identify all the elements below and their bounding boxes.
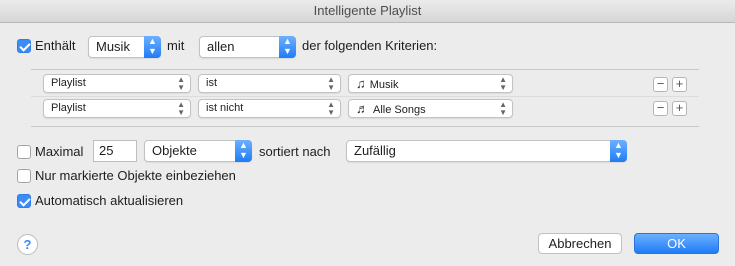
rule-operator-popup[interactable]: ist ▲ ▼ bbox=[198, 74, 341, 93]
help-button[interactable]: ? bbox=[17, 234, 38, 255]
sort-order-popup[interactable]: Zufällig ▲ ▼ bbox=[346, 140, 627, 162]
chevron-updown-icon: ▲ ▼ bbox=[499, 75, 507, 92]
live-update-label: Automatisch aktualisieren bbox=[35, 193, 184, 208]
media-kind-popup[interactable]: Musik ▲ ▼ bbox=[88, 36, 161, 58]
rule-value-popup[interactable]: ♬ Alle Songs ▲ ▼ bbox=[348, 99, 513, 118]
chevron-updown-icon: ▲ ▼ bbox=[327, 100, 335, 117]
cancel-button[interactable]: Abbrechen bbox=[538, 233, 622, 254]
sort-order-value: Zufällig bbox=[354, 143, 396, 158]
live-update-checkbox[interactable] bbox=[17, 194, 31, 208]
chevron-updown-icon: ▲ ▼ bbox=[235, 140, 252, 162]
add-rule-button[interactable]: + bbox=[672, 77, 687, 92]
match-suffix-label: der folgenden Kriterien: bbox=[302, 38, 438, 53]
match-checkbox[interactable] bbox=[17, 39, 31, 53]
ok-button[interactable]: OK bbox=[634, 233, 719, 254]
limit-count-input[interactable]: 25 bbox=[93, 140, 137, 162]
match-checkbox-label: Enthält bbox=[35, 38, 76, 53]
checked-only-label: Nur markierte Objekte einbeziehen bbox=[35, 168, 236, 183]
chevron-updown-icon: ▲ ▼ bbox=[177, 75, 185, 92]
chevron-updown-icon: ▲ ▼ bbox=[177, 100, 185, 117]
limit-checkbox-label: Maximal bbox=[35, 144, 84, 159]
limit-unit-value: Objekte bbox=[152, 143, 197, 158]
mit-label: mit bbox=[167, 38, 185, 53]
chevron-updown-icon: ▲ ▼ bbox=[499, 100, 507, 117]
song-list-icon: ♬ bbox=[356, 101, 369, 116]
sort-label: sortiert nach bbox=[259, 144, 331, 159]
rule-value-popup[interactable]: ♫ Musik ▲ ▼ bbox=[348, 74, 513, 93]
chevron-updown-icon: ▲ ▼ bbox=[610, 140, 627, 162]
checked-only-checkbox[interactable] bbox=[17, 169, 31, 183]
rule-field-popup[interactable]: Playlist ▲ ▼ bbox=[43, 99, 191, 118]
limit-unit-popup[interactable]: Objekte ▲ ▼ bbox=[144, 140, 252, 162]
rule-value: Alle Songs bbox=[373, 104, 426, 116]
media-kind-value: Musik bbox=[96, 39, 130, 54]
criteria-row-divider bbox=[31, 96, 699, 97]
music-note-icon: ♫ bbox=[356, 76, 366, 91]
remove-rule-button[interactable]: − bbox=[653, 77, 668, 92]
rule-field-value: Playlist bbox=[51, 102, 86, 114]
rule-operator-value: ist bbox=[206, 77, 217, 89]
chevron-updown-icon: ▲ ▼ bbox=[327, 75, 335, 92]
rule-operator-popup[interactable]: ist nicht ▲ ▼ bbox=[198, 99, 341, 118]
rule-field-value: Playlist bbox=[51, 77, 86, 89]
match-scope-value: allen bbox=[207, 39, 235, 54]
window-title: Intelligente Playlist bbox=[0, 0, 735, 23]
rule-operator-value: ist nicht bbox=[206, 102, 244, 114]
remove-rule-button[interactable]: − bbox=[653, 101, 668, 116]
limit-checkbox[interactable] bbox=[17, 145, 31, 159]
rule-value: Musik bbox=[369, 79, 399, 91]
rule-field-popup[interactable]: Playlist ▲ ▼ bbox=[43, 74, 191, 93]
add-rule-button[interactable]: + bbox=[672, 101, 687, 116]
match-scope-popup[interactable]: allen ▲ ▼ bbox=[199, 36, 296, 58]
chevron-updown-icon: ▲ ▼ bbox=[279, 36, 296, 58]
chevron-updown-icon: ▲ ▼ bbox=[144, 36, 161, 58]
